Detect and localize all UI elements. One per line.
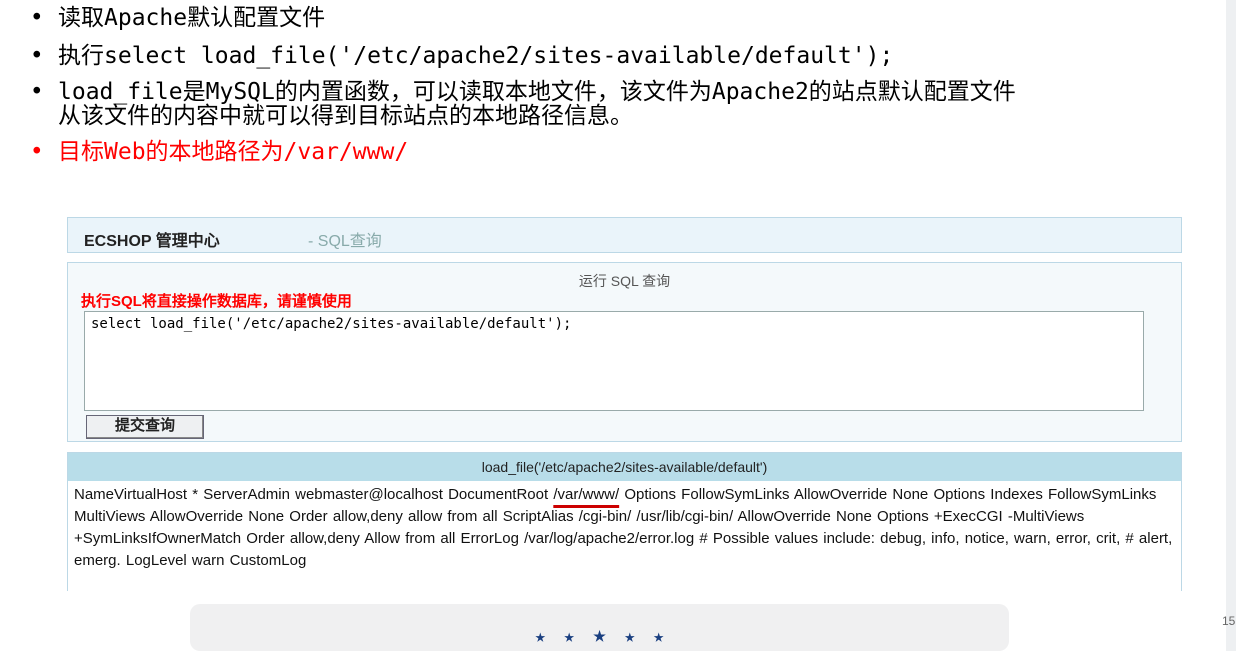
page-number: 15 — [1222, 614, 1236, 628]
result-table: load_file('/etc/apache2/sites-available/… — [67, 452, 1182, 591]
sql-form: 运行 SQL 查询 执行SQL将直接操作数据库，请谨慎使用 select loa… — [67, 262, 1182, 442]
star-icon: ★ — [563, 626, 575, 647]
document-root-highlight: /var/www/ — [553, 486, 620, 503]
bullet-text: 目标Web的本地路径为/var/www/ — [58, 139, 409, 165]
star-icon: ★ — [592, 622, 607, 648]
sql-query-panel: ECSHOP 管理中心 - SQL查询 运行 SQL 查询 执行SQL将直接操作… — [67, 217, 1182, 591]
star-icon: ★ — [653, 626, 665, 647]
run-sql-label: 运行 SQL 查询 — [578, 273, 671, 289]
star-icon: ★ — [624, 626, 636, 647]
bullet-item: • load_file是MySQL的内置函数，可以读取本地文件，该文件为Apach… — [30, 80, 1236, 128]
bullet-text: load_file是MySQL的内置函数，可以读取本地文件，该文件为Apache… — [58, 79, 1016, 105]
bullet-text-line2: 从该文件的内容中就可以得到目标站点的本地路径信息。 — [58, 103, 633, 129]
result-body: NameVirtualHost * ServerAdmin webmaster@… — [68, 481, 1181, 572]
bullet-dot-icon: • — [30, 79, 44, 105]
page-subtitle: - SQL查询 — [308, 233, 382, 250]
bullet-item-highlight: • 目标Web的本地路径为/var/www/ — [30, 138, 1236, 166]
sql-input[interactable]: select load_file('/etc/apache2/sites-ava… — [84, 311, 1144, 411]
footer-star-bar: ★ ★ ★ ★ ★ — [190, 604, 1009, 651]
bullet-text: 执行select load_file('/etc/apache2/sites-a… — [58, 43, 894, 69]
bullet-dot-icon: • — [30, 43, 44, 69]
bullet-dot-icon: • — [30, 5, 44, 31]
result-text: NameVirtualHost * ServerAdmin webmaster@… — [74, 486, 554, 503]
submit-query-button[interactable]: 提交查询 — [86, 415, 204, 439]
bullet-text: 读取Apache默认配置文件 — [58, 5, 326, 31]
bullet-dot-icon: • — [30, 139, 44, 165]
star-icon: ★ — [534, 626, 546, 647]
bullet-list: • 读取Apache默认配置文件 • 执行select load_file('/et… — [30, 4, 1236, 176]
result-header: load_file('/etc/apache2/sites-available/… — [68, 453, 1181, 481]
bullet-item: • 读取Apache默认配置文件 — [30, 4, 1236, 32]
panel-header: ECSHOP 管理中心 - SQL查询 — [67, 217, 1182, 253]
page-title: ECSHOP 管理中心 — [84, 233, 220, 250]
bullet-item: • 执行select load_file('/etc/apache2/sites-… — [30, 42, 1236, 70]
warning-text: 执行SQL将直接操作数据库，请谨慎使用 — [81, 293, 352, 310]
